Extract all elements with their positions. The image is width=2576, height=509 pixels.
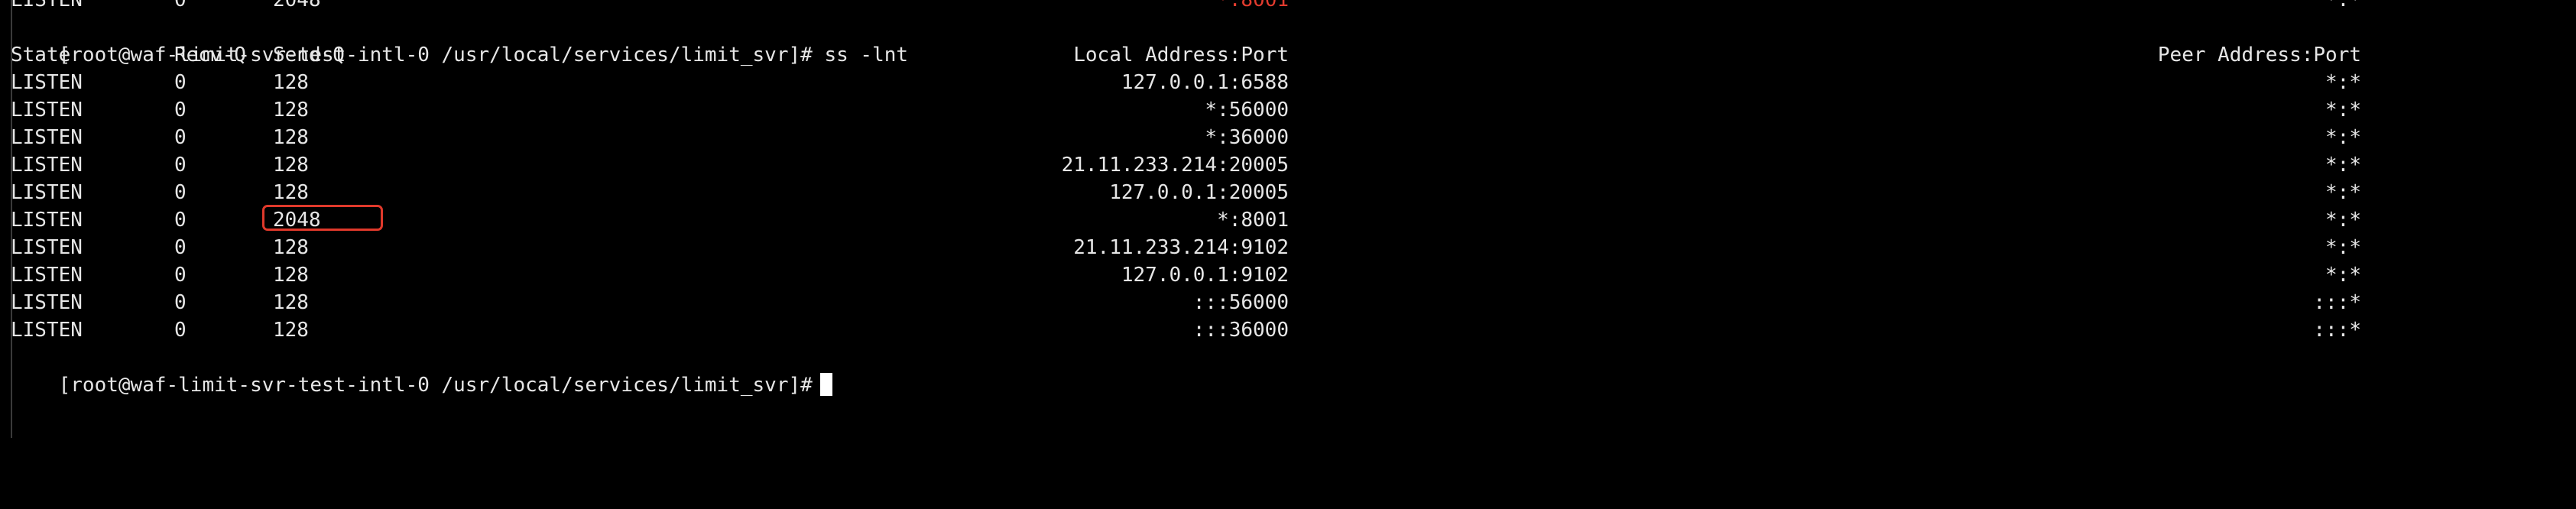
row-state: LISTEN xyxy=(11,291,83,314)
row-state: LISTEN xyxy=(11,319,83,342)
row-send-q: 128 xyxy=(273,264,309,287)
row-local-address: *:56000 xyxy=(1205,99,1289,122)
row-peer-address: *:* xyxy=(2325,126,2361,149)
send-q-highlight-box xyxy=(262,205,383,231)
row-recv-q: 0 xyxy=(174,71,187,94)
partial-recv-q: 0 xyxy=(174,0,187,11)
row-state: LISTEN xyxy=(11,154,83,177)
table-row: LISTEN 0 128 127.0.0.1:9102 *:* xyxy=(11,261,2361,289)
row-local-address: 21.11.233.214:20005 xyxy=(1061,154,1289,177)
row-local-address: :::56000 xyxy=(1192,291,1289,314)
row-state: LISTEN xyxy=(11,99,83,122)
table-row: LISTEN 0 128 127.0.0.1:6588 *:* xyxy=(11,69,2361,96)
row-recv-q: 0 xyxy=(174,99,187,122)
header-local-address: Local Address:Port xyxy=(1073,44,1289,66)
row-send-q: 128 xyxy=(273,154,309,177)
row-recv-q: 0 xyxy=(174,264,187,287)
row-send-q: 128 xyxy=(273,319,309,342)
row-local-address: 21.11.233.214:9102 xyxy=(1073,236,1289,259)
table-row: LISTEN 0 128 21.11.233.214:20005 *:* xyxy=(11,151,2361,179)
row-send-q: 128 xyxy=(273,99,309,122)
partial-state: LISTEN xyxy=(11,0,83,11)
row-local-address: :::36000 xyxy=(1192,319,1289,342)
table-header: State Recv-Q Send-Q Local Address:Port P… xyxy=(11,41,2361,69)
shell-prompt: [root@waf-limit-svr-test-intl-0 /usr/loc… xyxy=(58,44,813,66)
header-send-q: Send-Q xyxy=(273,44,345,66)
table-row: LISTEN 0 128 :::36000 :::* xyxy=(11,316,2361,344)
row-peer-address: :::* xyxy=(2313,291,2361,314)
row-recv-q: 0 xyxy=(174,209,187,232)
text-cursor xyxy=(819,372,832,396)
row-send-q: 128 xyxy=(273,126,309,149)
shell-prompt: [root@waf-limit-svr-test-intl-0 /usr/loc… xyxy=(58,374,813,397)
row-send-q: 128 xyxy=(273,236,309,259)
row-send-q: 128 xyxy=(273,291,309,314)
row-peer-address: *:* xyxy=(2325,236,2361,259)
row-recv-q: 0 xyxy=(174,236,187,259)
row-local-address: 127.0.0.1:20005 xyxy=(1109,181,1289,204)
row-send-q: 128 xyxy=(273,181,309,204)
table-row: LISTEN 0 128 127.0.0.1:20005 *:* xyxy=(11,179,2361,206)
row-peer-address: *:* xyxy=(2325,264,2361,287)
row-peer-address: *:* xyxy=(2325,154,2361,177)
header-recv-q: Recv-Q xyxy=(174,44,246,66)
row-peer-address: *:* xyxy=(2325,181,2361,204)
table-row: LISTEN 0 128 *:56000 *:* xyxy=(11,96,2361,124)
row-state: LISTEN xyxy=(11,181,83,204)
table-row: LISTEN 0 128 :::56000 :::* xyxy=(11,289,2361,316)
row-state: LISTEN xyxy=(11,236,83,259)
partial-local-address: *:8001 xyxy=(1217,0,1289,11)
row-send-q: 128 xyxy=(273,71,309,94)
row-local-address: 127.0.0.1:6588 xyxy=(1121,71,1289,94)
row-peer-address: *:* xyxy=(2325,209,2361,232)
row-state: LISTEN xyxy=(11,264,83,287)
row-peer-address: *:* xyxy=(2325,71,2361,94)
row-recv-q: 0 xyxy=(174,181,187,204)
row-recv-q: 0 xyxy=(174,126,187,149)
row-peer-address: :::* xyxy=(2313,319,2361,342)
row-recv-q: 0 xyxy=(174,154,187,177)
row-local-address: *:36000 xyxy=(1205,126,1289,149)
table-row-highlighted: LISTEN 0 2048 *:8001 *:* xyxy=(11,206,2361,234)
row-recv-q: 0 xyxy=(174,319,187,342)
row-local-address: *:8001 xyxy=(1217,209,1289,232)
command-line: [root@waf-limit-svr-test-intl-0 /usr/loc… xyxy=(11,14,908,66)
partial-send-q: 2048 xyxy=(273,0,321,11)
header-state: State xyxy=(11,44,71,66)
row-state: LISTEN xyxy=(11,126,83,149)
terminal-window[interactable]: LISTEN 0 2048 *:8001 *:* [root@waf-limit… xyxy=(0,0,2576,438)
row-local-address: 127.0.0.1:9102 xyxy=(1121,264,1289,287)
current-prompt-line[interactable]: [root@waf-limit-svr-test-intl-0 /usr/loc… xyxy=(11,344,832,397)
row-state: LISTEN xyxy=(11,209,83,232)
terminal-partial-line: LISTEN 0 2048 *:8001 *:* xyxy=(11,0,2361,14)
row-state: LISTEN xyxy=(11,71,83,94)
row-recv-q: 0 xyxy=(174,291,187,314)
header-peer-address: Peer Address:Port xyxy=(2157,44,2361,66)
table-row: LISTEN 0 128 21.11.233.214:9102 *:* xyxy=(11,234,2361,261)
row-peer-address: *:* xyxy=(2325,99,2361,122)
partial-peer-address: *:* xyxy=(2325,0,2361,11)
table-row: LISTEN 0 128 *:36000 *:* xyxy=(11,124,2361,151)
